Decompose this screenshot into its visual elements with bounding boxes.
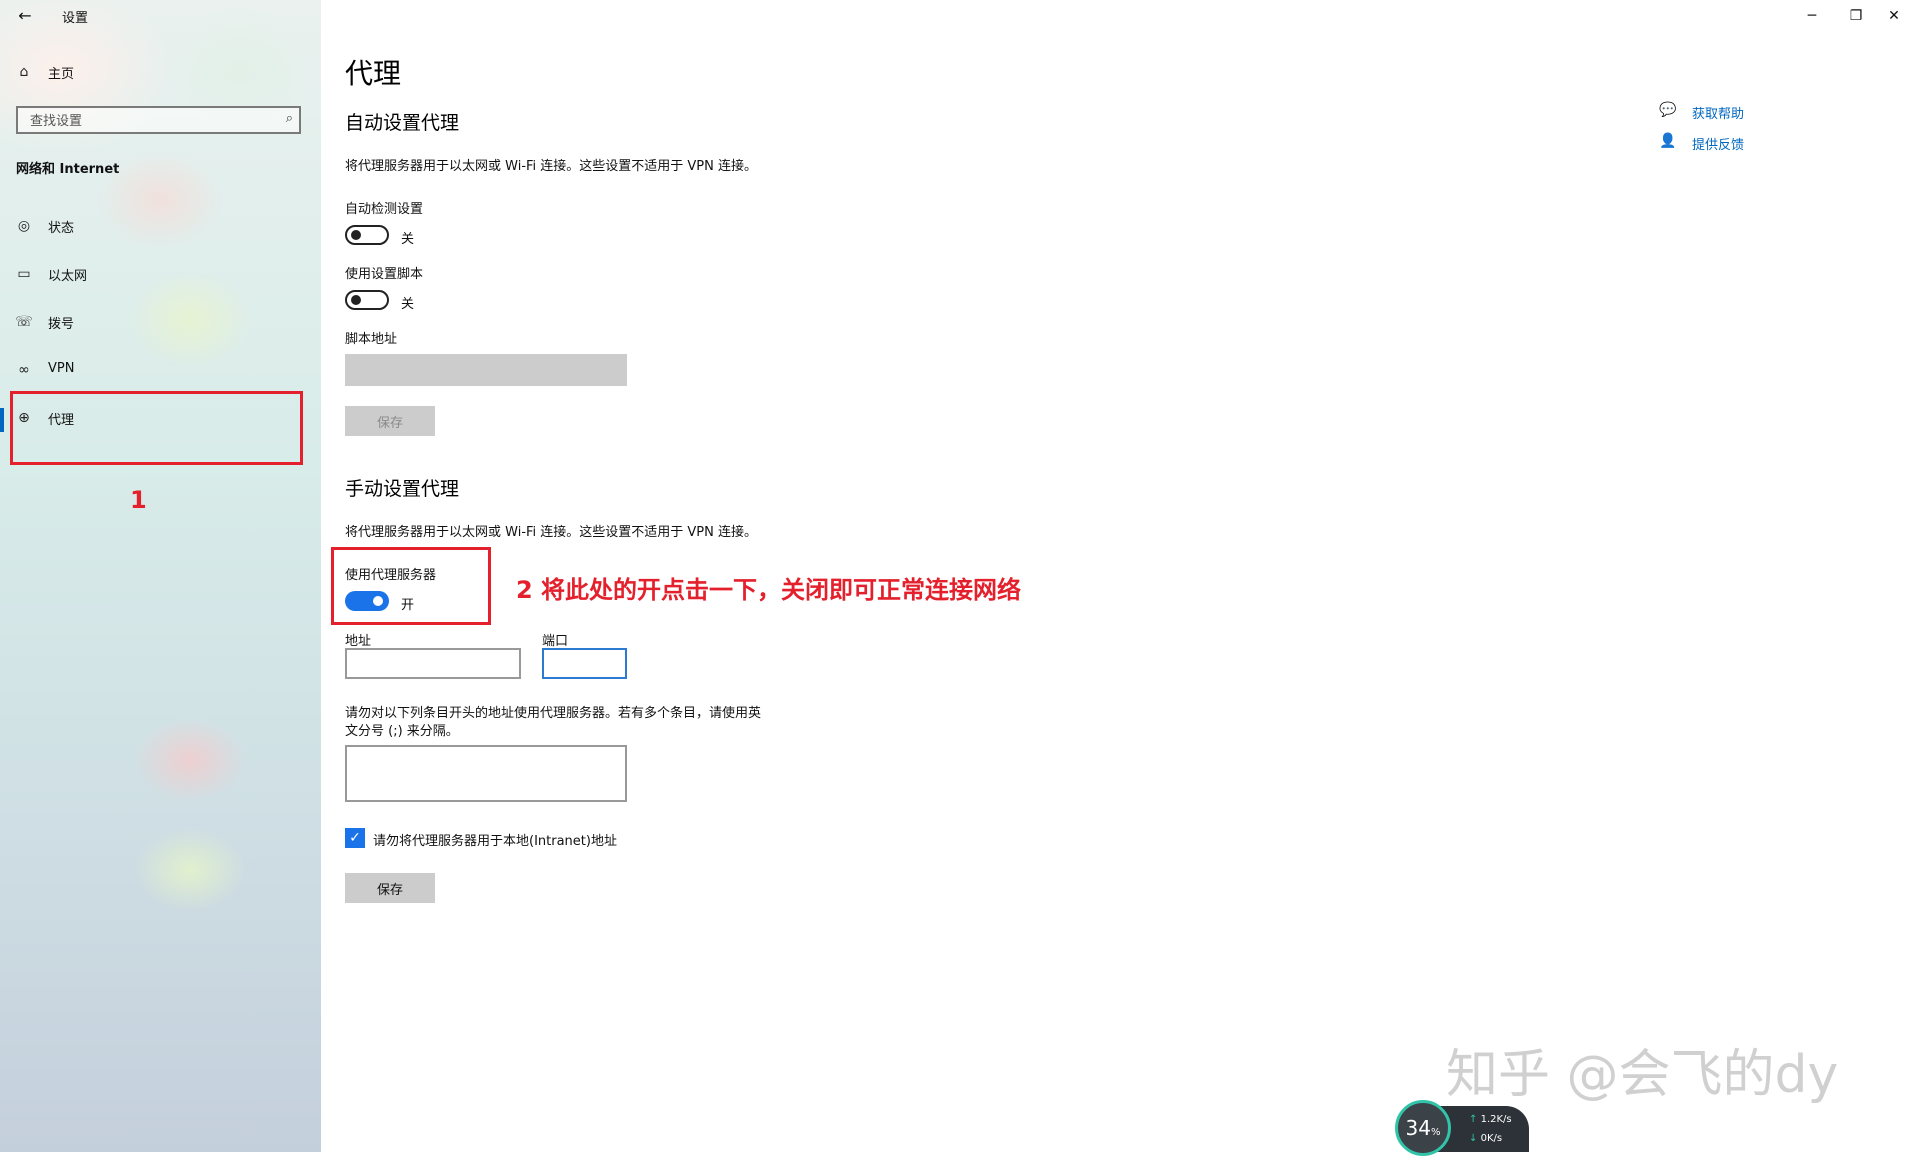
upload-speed-value: 1.2K/s (1480, 1114, 1512, 1125)
ethernet-icon: ▭ (17, 266, 31, 282)
back-button[interactable]: ← (14, 6, 36, 26)
page-title: 代理 (345, 57, 402, 90)
port-input[interactable] (542, 648, 627, 679)
annotation-number-1: 1 (130, 486, 147, 514)
dialup-icon: ☏ (15, 314, 33, 330)
minimize-icon: ─ (1807, 8, 1817, 24)
sidebar-item-label: 拨号 (48, 317, 75, 332)
toggle-knob (351, 295, 361, 305)
arrow-left-icon: ← (18, 6, 32, 25)
auto-detect-state: 关 (401, 232, 415, 247)
search-input[interactable] (28, 111, 272, 131)
sidebar: ← 设置 ⌂ 主页 ⌕ 网络和 Internet ◎ 状态 ▭ 以太网 ☏ 拨号… (0, 0, 321, 1152)
sidebar-item-ethernet[interactable]: ▭ 以太网 (0, 252, 321, 296)
sidebar-item-status[interactable]: ◎ 状态 (0, 204, 321, 248)
annotation-box-1 (10, 391, 303, 465)
network-monitor-widget[interactable]: 34% ↑ 1.2K/s ↓ 0K/s (1395, 1100, 1529, 1156)
sidebar-item-label: 主页 (48, 67, 75, 82)
port-label: 端口 (542, 634, 569, 649)
app-title: 设置 (62, 11, 89, 26)
annotation-box-2 (331, 547, 491, 625)
main-content: ─ ❐ ✕ 代理 自动设置代理 将代理服务器用于以太网或 Wi-Fi 连接。这些… (321, 0, 1912, 1156)
search-box[interactable]: ⌕ (16, 106, 301, 134)
sidebar-item-label: VPN (48, 361, 75, 376)
manual-proxy-heading: 手动设置代理 (345, 478, 460, 500)
checkmark-icon: ✓ (349, 830, 361, 846)
home-icon: ⌂ (19, 64, 29, 80)
script-address-label: 脚本地址 (345, 332, 398, 347)
close-icon: ✕ (1888, 8, 1900, 24)
cpu-unit: % (1430, 1127, 1441, 1138)
exceptions-description-line1: 请勿对以下列条目开头的地址使用代理服务器。若有多个条目，请使用英 (345, 706, 762, 721)
auto-proxy-description: 将代理服务器用于以太网或 Wi-Fi 连接。这些设置不适用于 VPN 连接。 (345, 159, 758, 174)
setup-script-toggle[interactable] (345, 290, 389, 310)
search-icon[interactable]: ⌕ (286, 111, 293, 126)
cpu-usage-gauge: 34% (1395, 1100, 1451, 1156)
sidebar-item-label: 以太网 (48, 269, 88, 284)
restore-button[interactable]: ❐ (1838, 4, 1874, 28)
vpn-icon: ∞ (18, 362, 30, 378)
arrow-down-icon: ↓ (1469, 1133, 1478, 1144)
auto-save-button: 保存 (345, 406, 435, 436)
sidebar-section-title: 网络和 Internet (16, 162, 120, 177)
address-label: 地址 (345, 634, 372, 649)
bypass-local-label: 请勿将代理服务器用于本地(Intranet)地址 (373, 834, 617, 849)
auto-proxy-heading: 自动设置代理 (345, 112, 460, 134)
auto-detect-toggle[interactable] (345, 225, 389, 245)
get-help-link[interactable]: 获取帮助 (1692, 103, 1744, 122)
arrow-up-icon: ↑ (1469, 1114, 1478, 1125)
minimize-button[interactable]: ─ (1794, 4, 1830, 28)
cpu-percent: 34 (1405, 1116, 1431, 1140)
sidebar-item-vpn[interactable]: ∞ VPN (0, 348, 321, 392)
title-bar: ← 设置 (0, 0, 321, 32)
auto-detect-label: 自动检测设置 (345, 202, 424, 217)
restore-icon: ❐ (1849, 8, 1863, 24)
sidebar-item-label: 状态 (48, 221, 75, 236)
download-speed-value: 0K/s (1480, 1133, 1503, 1144)
script-address-input (345, 354, 627, 386)
status-icon: ◎ (17, 218, 31, 234)
download-speed: ↓ 0K/s (1469, 1133, 1502, 1144)
toggle-knob (351, 230, 361, 240)
upload-speed: ↑ 1.2K/s (1469, 1114, 1512, 1125)
chat-help-icon: 💬 (1659, 102, 1677, 118)
setup-script-state: 关 (401, 297, 415, 312)
exceptions-description-line2: 文分号 (;) 来分隔。 (345, 724, 459, 739)
sidebar-item-dialup[interactable]: ☏ 拨号 (0, 300, 321, 344)
close-button[interactable]: ✕ (1876, 4, 1912, 28)
manual-proxy-description: 将代理服务器用于以太网或 Wi-Fi 连接。这些设置不适用于 VPN 连接。 (345, 525, 758, 540)
bypass-local-checkbox[interactable]: ✓ (345, 828, 365, 848)
watermark: 知乎 @会飞的dy (1446, 1045, 1839, 1105)
feedback-link[interactable]: 提供反馈 (1692, 134, 1744, 153)
annotation-text-2: 2 将此处的开点击一下，关闭即可正常连接网络 (516, 576, 1022, 604)
exceptions-textarea[interactable] (345, 745, 627, 802)
feedback-person-icon: 👤 (1659, 133, 1677, 149)
manual-save-button[interactable]: 保存 (345, 873, 435, 903)
sidebar-item-home[interactable]: ⌂ 主页 (0, 50, 321, 94)
address-input[interactable] (345, 648, 521, 679)
setup-script-label: 使用设置脚本 (345, 267, 424, 282)
